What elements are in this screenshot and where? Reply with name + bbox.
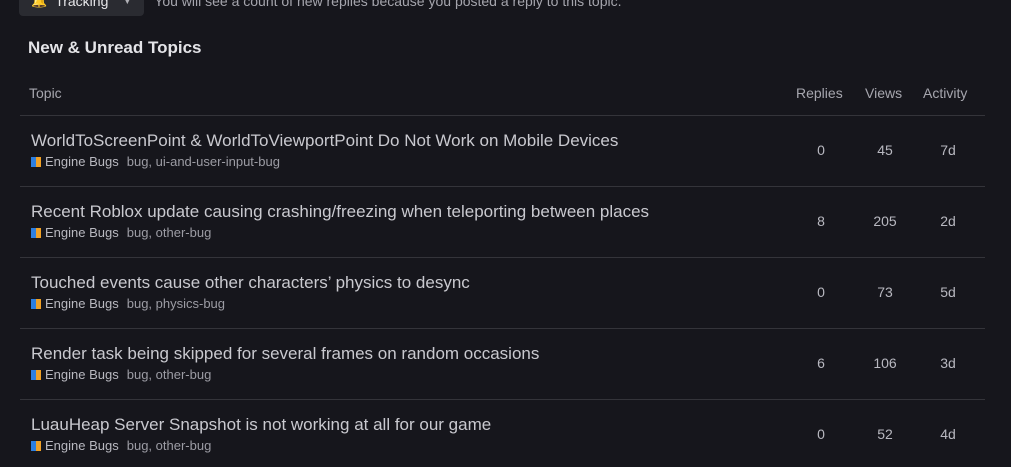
topic-row: LuauHeap Server Snapshot is not working … xyxy=(20,400,985,467)
topic-row: Render task being skipped for several fr… xyxy=(20,329,985,400)
activity-time[interactable]: 7d xyxy=(928,142,968,158)
category-icon xyxy=(31,298,41,309)
replies-count: 8 xyxy=(817,213,825,229)
views-count: 52 xyxy=(877,426,893,442)
topic-tags[interactable]: bug, ui-and-user-input-bug xyxy=(127,154,280,169)
topic-title-link[interactable]: WorldToScreenPoint & WorldToViewportPoin… xyxy=(31,131,618,151)
activity-time[interactable]: 2d xyxy=(928,213,968,229)
chevron-down-icon: ▼ xyxy=(122,0,133,7)
tracking-dropdown-button[interactable]: 🔔 Tracking ▼ xyxy=(19,0,145,16)
topic-title-link[interactable]: LuauHeap Server Snapshot is not working … xyxy=(31,415,491,435)
activity-time[interactable]: 4d xyxy=(928,426,968,442)
category-icon xyxy=(31,440,41,451)
views-count: 205 xyxy=(873,213,897,229)
category-icon xyxy=(31,369,41,380)
topic-list: WorldToScreenPoint & WorldToViewportPoin… xyxy=(20,116,985,467)
section-title: New & Unread Topics xyxy=(28,38,202,57)
topic-row: WorldToScreenPoint & WorldToViewportPoin… xyxy=(20,116,985,187)
column-header-topic: Topic xyxy=(29,85,62,101)
topic-tags[interactable]: bug, other-bug xyxy=(127,367,212,382)
topic-tags[interactable]: bug, other-bug xyxy=(127,225,212,240)
topic-meta: Engine Bugs bug, other-bug xyxy=(31,438,211,453)
category-icon xyxy=(31,156,41,167)
category-link[interactable]: Engine Bugs xyxy=(45,367,119,382)
replies-count: 0 xyxy=(817,142,825,158)
views-count: 73 xyxy=(877,284,893,300)
replies-count: 0 xyxy=(817,426,825,442)
page: 🔔 Tracking ▼ You will see a count of new… xyxy=(0,0,1011,467)
tracking-note: You will see a count of new replies beca… xyxy=(154,0,622,9)
bell-icon: 🔔 xyxy=(31,0,48,8)
table-header: Topic Replies Views Activity xyxy=(20,80,985,116)
tracking-label: Tracking xyxy=(55,0,109,9)
category-icon xyxy=(31,227,41,238)
topic-meta: Engine Bugs bug, other-bug xyxy=(31,225,211,240)
topic-title-link[interactable]: Recent Roblox update causing crashing/fr… xyxy=(31,202,649,222)
topic-meta: Engine Bugs bug, physics-bug xyxy=(31,296,225,311)
column-header-activity[interactable]: Activity xyxy=(923,85,967,101)
category-link[interactable]: Engine Bugs xyxy=(45,225,119,240)
views-count: 45 xyxy=(877,142,893,158)
replies-count: 6 xyxy=(817,355,825,371)
topic-row: Recent Roblox update causing crashing/fr… xyxy=(20,187,985,258)
topic-meta: Engine Bugs bug, other-bug xyxy=(31,367,211,382)
topic-title-link[interactable]: Touched events cause other characters’ p… xyxy=(31,273,470,293)
topic-tags[interactable]: bug, other-bug xyxy=(127,438,212,453)
topic-meta: Engine Bugs bug, ui-and-user-input-bug xyxy=(31,154,280,169)
category-link[interactable]: Engine Bugs xyxy=(45,296,119,311)
views-count: 106 xyxy=(873,355,897,371)
column-header-replies[interactable]: Replies xyxy=(796,85,843,101)
replies-count: 0 xyxy=(817,284,825,300)
topic-tags[interactable]: bug, physics-bug xyxy=(127,296,225,311)
column-header-views[interactable]: Views xyxy=(865,85,902,101)
activity-time[interactable]: 3d xyxy=(928,355,968,371)
topic-title-link[interactable]: Render task being skipped for several fr… xyxy=(31,344,539,364)
category-link[interactable]: Engine Bugs xyxy=(45,438,119,453)
notification-bar: 🔔 Tracking ▼ You will see a count of new… xyxy=(19,0,621,16)
activity-time[interactable]: 5d xyxy=(928,284,968,300)
category-link[interactable]: Engine Bugs xyxy=(45,154,119,169)
topic-row: Touched events cause other characters’ p… xyxy=(20,258,985,329)
